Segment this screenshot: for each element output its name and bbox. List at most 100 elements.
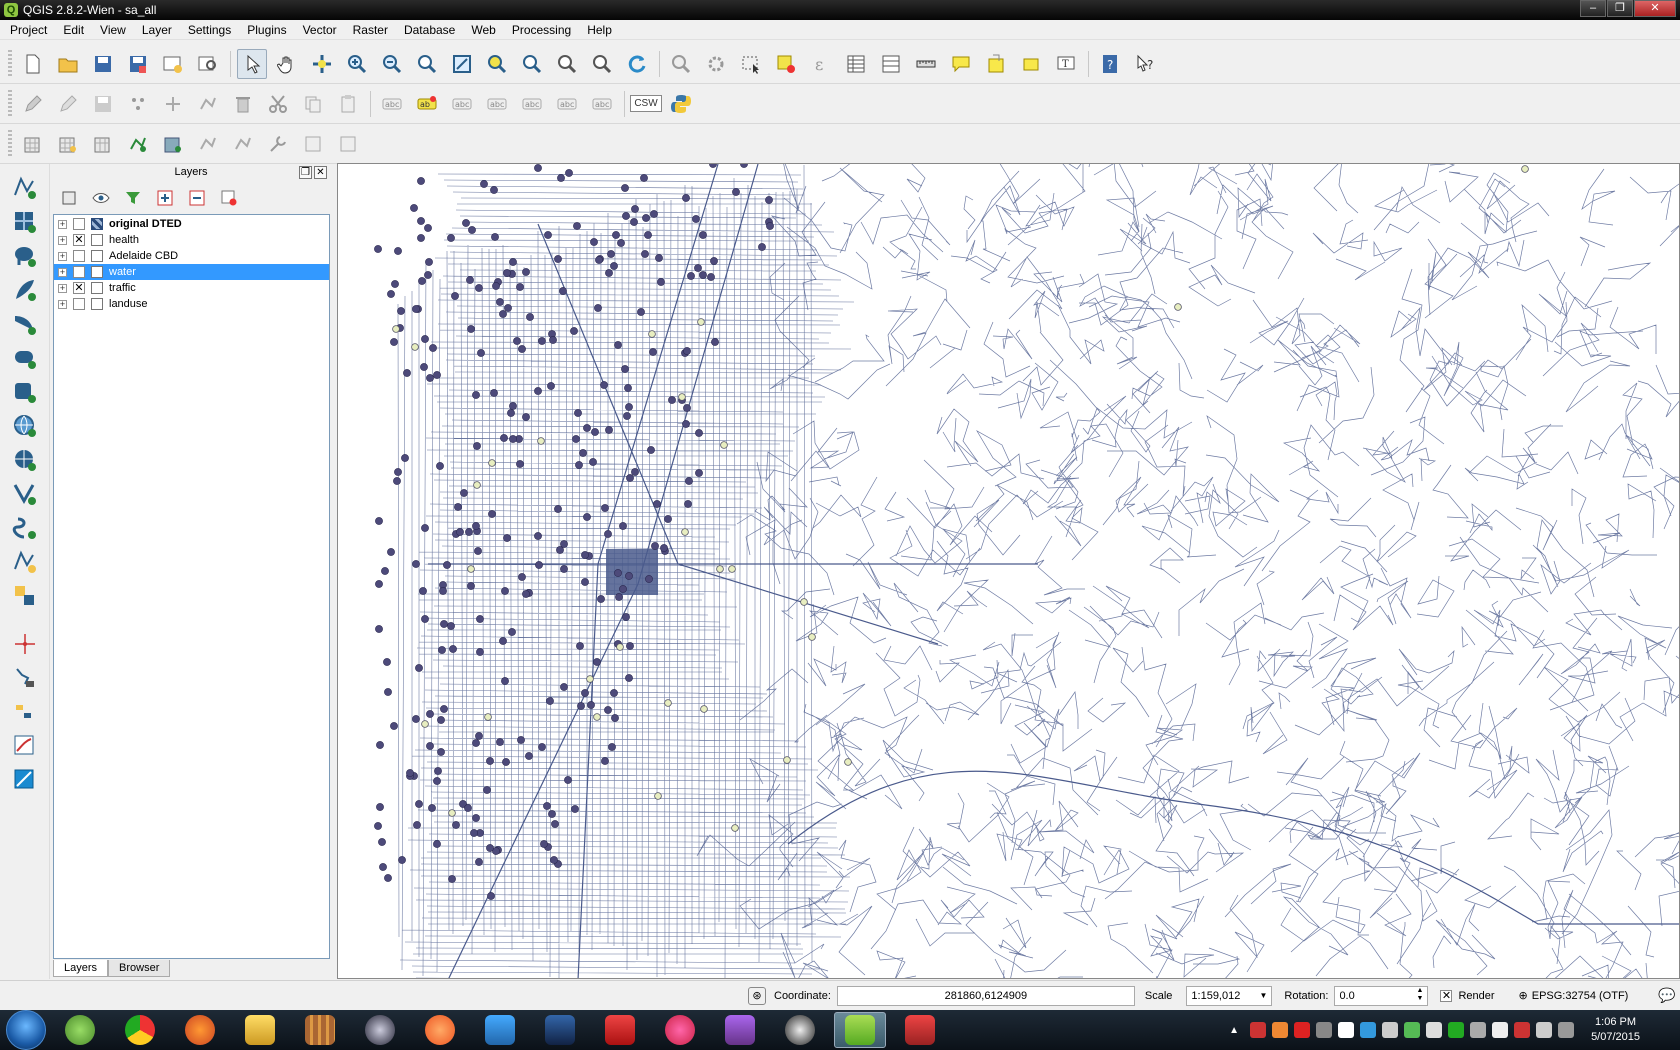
select-features-button[interactable]	[736, 49, 766, 79]
layer-visibility-checkbox[interactable]	[73, 250, 85, 262]
pan-map-button[interactable]	[272, 49, 302, 79]
save-edits-button[interactable]	[88, 89, 118, 119]
layer-tree[interactable]: + original DTED + ✕ health + Adelaide CB…	[53, 214, 330, 959]
scale-combobox[interactable]: 1:159,012 ▼	[1186, 985, 1273, 1006]
toolbar-grip[interactable]	[8, 129, 12, 158]
zoom-full-button[interactable]	[447, 49, 477, 79]
expand-icon[interactable]: +	[58, 267, 67, 277]
layer-visibility-checkbox[interactable]	[73, 298, 85, 310]
tool-6-button[interactable]	[193, 129, 223, 159]
menu-settings[interactable]: Settings	[180, 20, 239, 40]
new-project-button[interactable]	[18, 49, 48, 79]
new-print-composer-button[interactable]	[158, 49, 188, 79]
menu-project[interactable]: Project	[2, 20, 55, 40]
tray-icon-7[interactable]	[1382, 1022, 1399, 1038]
remove-layer-button[interactable]	[218, 187, 240, 209]
move-label-button[interactable]: abc	[517, 89, 547, 119]
tray-icon-13[interactable]	[1514, 1022, 1531, 1038]
close-button[interactable]: ✕	[1634, 0, 1676, 17]
start-button[interactable]	[6, 1010, 46, 1050]
taskbar-qgis[interactable]	[834, 1012, 886, 1048]
map-swipe-button[interactable]	[8, 764, 42, 796]
menu-database[interactable]: Database	[396, 20, 463, 40]
save-project-button[interactable]	[88, 49, 118, 79]
menu-layer[interactable]: Layer	[134, 20, 180, 40]
tool-10-button[interactable]	[333, 129, 363, 159]
touch-zoom-pan-button[interactable]	[237, 48, 267, 79]
render-checkbox[interactable]: ✕	[1440, 989, 1453, 1002]
rotate-label-button[interactable]: abc	[552, 89, 582, 119]
map-canvas[interactable]	[337, 163, 1680, 979]
tool-3-button[interactable]	[88, 129, 118, 159]
menu-view[interactable]: View	[92, 20, 134, 40]
composer-manager-button[interactable]	[193, 49, 223, 79]
layer-visibility-checkbox[interactable]: ✕	[73, 234, 85, 246]
taskbar-network[interactable]	[474, 1012, 526, 1048]
zoom-to-selection-button[interactable]	[482, 49, 512, 79]
tray-icon-12[interactable]	[1492, 1022, 1509, 1038]
taskbar-steam[interactable]	[354, 1012, 406, 1048]
crs-status[interactable]: EPSG:32754 (OTF)	[1532, 990, 1629, 1002]
taskbar-acrobat[interactable]	[594, 1012, 646, 1048]
tool-4-button[interactable]	[123, 129, 153, 159]
identify-features-button[interactable]	[666, 49, 696, 79]
attribute-table-button[interactable]	[841, 49, 871, 79]
change-label-button[interactable]: abc	[587, 89, 617, 119]
save-as-button[interactable]	[123, 49, 153, 79]
tool-8-button[interactable]	[263, 129, 293, 159]
show-hide-labels-button[interactable]: abc	[482, 89, 512, 119]
taskbar-app-1[interactable]	[54, 1012, 106, 1048]
zoom-to-layer-button[interactable]	[517, 49, 547, 79]
csw-button[interactable]: CSW	[630, 89, 662, 119]
layer-row-original-dted[interactable]: + original DTED	[54, 216, 329, 232]
copy-features-button[interactable]	[298, 89, 328, 119]
coordinate-capture-button[interactable]	[8, 696, 42, 728]
tool-5-button[interactable]	[158, 129, 188, 159]
menu-plugins[interactable]: Plugins	[239, 20, 294, 40]
open-project-button[interactable]	[53, 49, 83, 79]
tool-9-button[interactable]	[298, 129, 328, 159]
layer-visibility-checkbox[interactable]: ✕	[73, 282, 85, 294]
menu-vector[interactable]: Vector	[295, 20, 345, 40]
taskbar-app-7[interactable]	[414, 1012, 466, 1048]
taskbar-firefox[interactable]	[174, 1012, 226, 1048]
add-postgis-layer-button[interactable]	[8, 240, 42, 272]
gps-tool-button[interactable]	[8, 662, 42, 694]
add-raster-layer-button[interactable]	[8, 206, 42, 238]
delete-selected-button[interactable]	[228, 89, 258, 119]
tray-icon-4[interactable]	[1316, 1022, 1333, 1038]
show-bookmarks-button[interactable]	[1016, 49, 1046, 79]
label-layer-button[interactable]: abc	[377, 89, 407, 119]
pan-to-selection-button[interactable]	[307, 49, 337, 79]
add-group-button[interactable]	[58, 187, 80, 209]
maximize-button[interactable]: ❐	[1607, 0, 1633, 17]
add-wfs-layer-button[interactable]	[8, 478, 42, 510]
message-log-icon[interactable]: 💬	[1658, 987, 1675, 1004]
taskbar-explorer[interactable]	[234, 1012, 286, 1048]
pin-labels-button[interactable]: abc	[447, 89, 477, 119]
move-feature-button[interactable]	[158, 89, 188, 119]
tab-layers[interactable]: Layers	[53, 960, 109, 977]
menu-edit[interactable]: Edit	[55, 20, 92, 40]
python-console-button[interactable]	[666, 89, 696, 119]
layer-labeling-options-button[interactable]: ab	[412, 89, 442, 119]
zoom-out-button[interactable]	[377, 49, 407, 79]
filter-legend-button[interactable]	[122, 187, 144, 209]
new-spatialite-layer-button[interactable]	[8, 580, 42, 612]
layer-row-adelaide-cbd[interactable]: + Adelaide CBD	[54, 248, 329, 264]
field-calculator-button[interactable]	[876, 49, 906, 79]
clock[interactable]: 1:06 PM 5/07/2015	[1591, 1015, 1640, 1045]
layer-row-water[interactable]: + water	[54, 264, 329, 280]
collapse-all-button[interactable]	[186, 187, 208, 209]
tray-expand-icon[interactable]: ▲	[1229, 1025, 1239, 1036]
float-panel-button[interactable]: ❐	[299, 166, 312, 179]
add-wms-layer-button[interactable]	[8, 410, 42, 442]
tool-1-button[interactable]	[18, 129, 48, 159]
tool-2-button[interactable]	[53, 129, 83, 159]
menu-processing[interactable]: Processing	[504, 20, 579, 40]
layer-visibility-checkbox[interactable]	[73, 266, 85, 278]
manage-visibility-button[interactable]	[90, 187, 112, 209]
coordinate-field[interactable]: 281860,6124909	[836, 985, 1135, 1006]
menu-raster[interactable]: Raster	[345, 20, 396, 40]
menu-help[interactable]: Help	[579, 20, 620, 40]
